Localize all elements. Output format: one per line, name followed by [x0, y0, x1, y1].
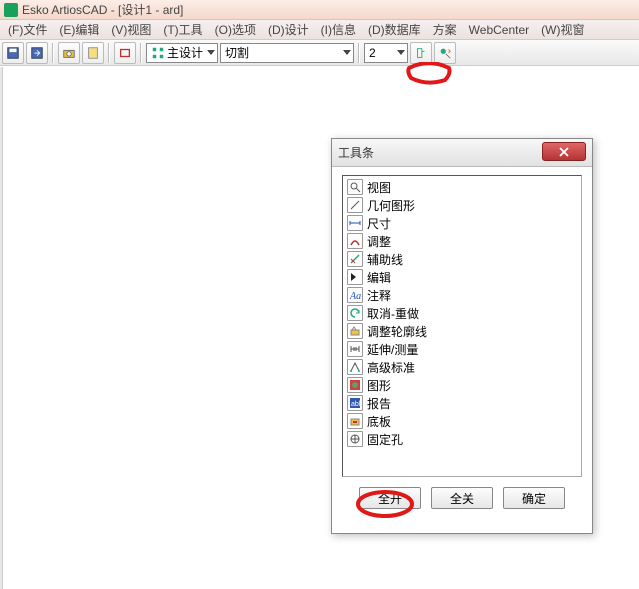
dialog-body: 视图 几何图形 尺寸 调整 辅助线 编辑 Aa — [332, 167, 592, 517]
list-item-label: 固定孔 — [367, 431, 403, 448]
toolbar-separator — [140, 43, 142, 63]
menu-database[interactable]: (D)数据库 — [362, 21, 427, 38]
camera-button[interactable] — [58, 42, 80, 64]
chevron-down-icon — [207, 50, 215, 55]
menu-edit[interactable]: (E)编辑 — [53, 21, 105, 38]
graphics-icon — [347, 377, 363, 393]
main-toolbar: 主设计 切割 2 — [0, 40, 639, 66]
adjust-outline-icon — [347, 323, 363, 339]
list-item-label: 高级标准 — [367, 359, 415, 376]
list-item-label: 辅助线 — [367, 251, 403, 268]
list-item[interactable]: 辅助线 — [345, 250, 579, 268]
main-design-combo[interactable]: 主设计 — [146, 43, 218, 63]
list-item[interactable]: 尺寸 — [345, 214, 579, 232]
close-all-button[interactable]: 全关 — [431, 487, 493, 509]
report-icon: abl — [347, 395, 363, 411]
window-title: Esko ArtiosCAD - [设计1 - ard] — [22, 1, 183, 18]
button-label: 确定 — [522, 490, 546, 507]
list-item[interactable]: abl 报告 — [345, 394, 579, 412]
list-item[interactable]: 高级标准 — [345, 358, 579, 376]
dimension-icon — [347, 215, 363, 231]
button-label: 全关 — [450, 490, 474, 507]
menu-tools[interactable]: (T)工具 — [157, 21, 208, 38]
menu-info[interactable]: (I)信息 — [315, 21, 362, 38]
menu-scheme[interactable]: 方案 — [427, 21, 463, 38]
list-item[interactable]: 调整轮廓线 — [345, 322, 579, 340]
list-item-label: 延伸/测量 — [367, 341, 418, 358]
list-item-label: 调整轮廓线 — [367, 323, 427, 340]
list-item-label: 编辑 — [367, 269, 391, 286]
list-item[interactable]: 取消-重做 — [345, 304, 579, 322]
dialog-title: 工具条 — [338, 144, 374, 161]
toolbar-separator — [52, 43, 54, 63]
export-button[interactable] — [26, 42, 48, 64]
list-item[interactable]: 延伸/测量 — [345, 340, 579, 358]
menubar: (F)文件 (E)编辑 (V)视图 (T)工具 (O)选项 (D)设计 (I)信… — [0, 20, 639, 40]
guideline-icon — [347, 251, 363, 267]
close-button[interactable] — [542, 142, 586, 161]
grid-icon — [151, 46, 165, 60]
svg-text:abl: abl — [351, 401, 361, 408]
list-item-label: 注释 — [367, 287, 391, 304]
list-item[interactable]: 固定孔 — [345, 430, 579, 448]
menu-webcenter[interactable]: WebCenter — [463, 23, 535, 37]
list-item[interactable]: 编辑 — [345, 268, 579, 286]
window-titlebar: Esko ArtiosCAD - [设计1 - ard] — [0, 0, 639, 20]
list-item-label: 调整 — [367, 233, 391, 250]
extend-measure-icon — [347, 341, 363, 357]
document-button[interactable] — [82, 42, 104, 64]
baseboard-icon — [347, 413, 363, 429]
misc-button-2[interactable] — [434, 42, 456, 64]
advanced-icon — [347, 359, 363, 375]
list-item[interactable]: 视图 — [345, 178, 579, 196]
hole-icon — [347, 431, 363, 447]
menu-window[interactable]: (W)视窗 — [535, 21, 590, 38]
rectangle-button[interactable] — [114, 42, 136, 64]
toolbar-separator — [358, 43, 360, 63]
list-item[interactable]: 底板 — [345, 412, 579, 430]
view-icon — [347, 179, 363, 195]
toolbars-dialog: 工具条 视图 几何图形 尺寸 调整 辅助线 — [331, 138, 593, 534]
menu-view[interactable]: (V)视图 — [105, 21, 157, 38]
chevron-down-icon — [397, 50, 405, 55]
line-type-combo[interactable]: 切割 — [220, 43, 354, 63]
app-icon — [4, 3, 18, 17]
annotation-mark — [405, 62, 453, 86]
list-item[interactable]: 调整 — [345, 232, 579, 250]
menu-file[interactable]: (F)文件 — [2, 21, 53, 38]
toolbar-separator — [108, 43, 110, 63]
list-item-label: 尺寸 — [367, 215, 391, 232]
toolbars-listbox[interactable]: 视图 几何图形 尺寸 调整 辅助线 编辑 Aa — [342, 175, 582, 477]
list-item-label: 图形 — [367, 377, 391, 394]
menu-options[interactable]: (O)选项 — [209, 21, 262, 38]
ok-button[interactable]: 确定 — [503, 487, 565, 509]
geometry-icon — [347, 197, 363, 213]
close-icon — [559, 147, 569, 157]
annotation-icon: Aa — [347, 287, 363, 303]
chevron-down-icon — [343, 50, 351, 55]
list-item[interactable]: 图形 — [345, 376, 579, 394]
list-item-label: 视图 — [367, 179, 391, 196]
annotation-mark — [354, 488, 416, 520]
list-item-label: 报告 — [367, 395, 391, 412]
edit-icon — [347, 269, 363, 285]
line-type-value: 切割 — [225, 44, 339, 61]
main-design-label: 主设计 — [167, 44, 203, 61]
list-item-label: 底板 — [367, 413, 391, 430]
list-item-label: 取消-重做 — [367, 305, 419, 322]
canvas-edge — [0, 67, 3, 589]
save-button[interactable] — [2, 42, 24, 64]
list-item[interactable]: Aa 注释 — [345, 286, 579, 304]
undo-redo-icon — [347, 305, 363, 321]
menu-design[interactable]: (D)设计 — [262, 21, 315, 38]
list-item[interactable]: 几何图形 — [345, 196, 579, 214]
count-value: 2 — [369, 46, 393, 60]
svg-text:Aa: Aa — [349, 291, 361, 301]
list-item-label: 几何图形 — [367, 197, 415, 214]
dialog-titlebar[interactable]: 工具条 — [332, 139, 592, 167]
misc-button-1[interactable] — [410, 42, 432, 64]
count-combo[interactable]: 2 — [364, 43, 408, 63]
adjust-icon — [347, 233, 363, 249]
